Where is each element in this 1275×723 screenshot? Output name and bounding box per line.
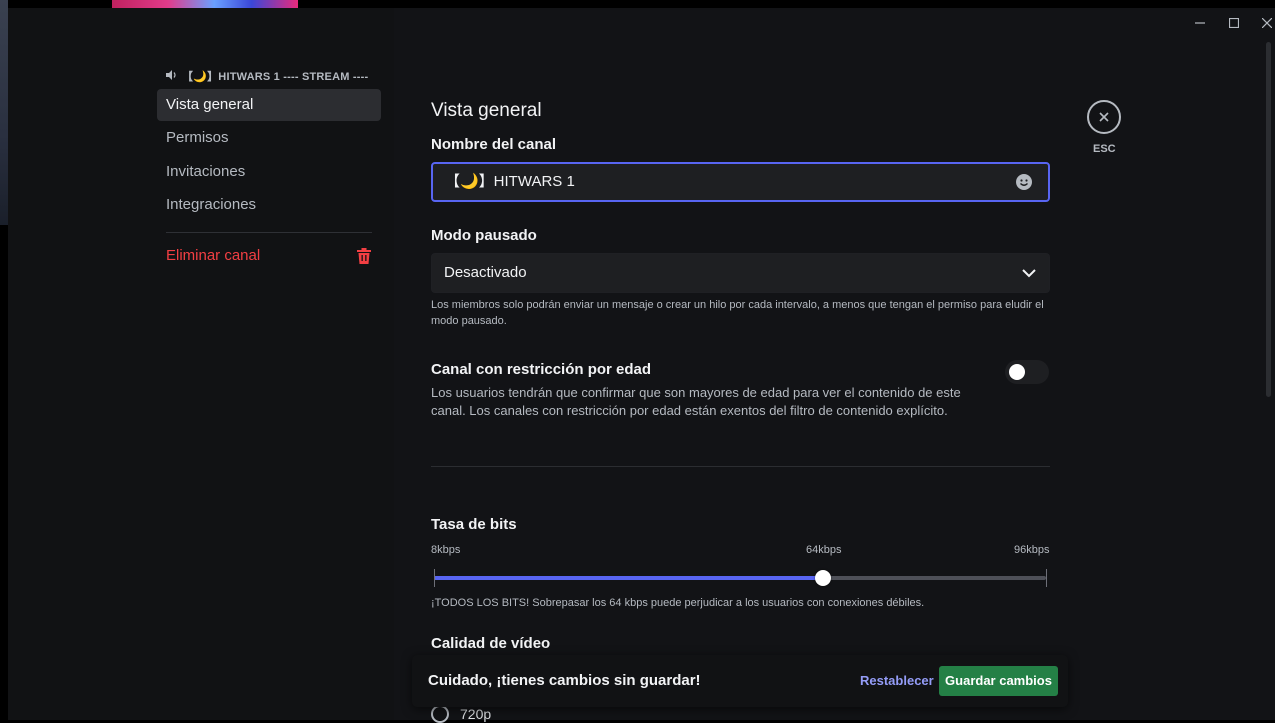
page-title: Vista general xyxy=(431,100,542,121)
sidebar-item-overview[interactable]: Vista general xyxy=(157,89,381,121)
age-restriction-label: Canal con restricción por edad xyxy=(431,361,652,378)
slowmode-value: Desactivado xyxy=(444,264,527,281)
delete-channel-button[interactable]: Eliminar canal xyxy=(157,240,381,272)
bitrate-min-label: 8kbps xyxy=(431,544,461,556)
slider-tick xyxy=(434,569,435,587)
video-quality-label: Calidad de vídeo xyxy=(431,635,551,652)
sidebar-item-label: Invitaciones xyxy=(166,163,246,180)
esc-label: ESC xyxy=(1093,143,1116,155)
channel-header-label: 【🌙】HITWARS 1 ---- STREAM ---- xyxy=(182,71,369,83)
age-restriction-toggle[interactable] xyxy=(1005,360,1049,384)
unsaved-changes-text: Cuidado, ¡tienes cambios sin guardar! xyxy=(428,672,701,689)
sidebar-divider xyxy=(166,232,372,233)
slowmode-help-line-1: Los miembros solo podrán enviar un mensa… xyxy=(431,299,1044,311)
bitrate-label: Tasa de bits xyxy=(431,516,517,533)
window-close-icon[interactable] xyxy=(1258,14,1275,32)
chevron-down-icon xyxy=(1021,266,1037,280)
sidebar-item-label: Vista general xyxy=(166,96,254,113)
bitrate-mid-label: 64kbps xyxy=(806,544,842,556)
bitrate-warning: ¡TODOS LOS BITS! Sobrepasar los 64 kbps … xyxy=(431,597,925,609)
maximize-icon[interactable] xyxy=(1225,14,1243,32)
save-changes-button[interactable]: Guardar cambios xyxy=(939,666,1058,696)
sidebar-item-invites[interactable]: Invitaciones xyxy=(157,156,381,188)
minimize-icon[interactable] xyxy=(1191,14,1209,32)
close-settings-button[interactable] xyxy=(1087,100,1121,134)
delete-channel-label: Eliminar canal xyxy=(166,247,261,264)
slowmode-help-line-2: modo pausado. xyxy=(431,315,507,327)
age-restriction-description: Los usuarios tendrán que confirmar que s… xyxy=(431,385,961,418)
trash-icon xyxy=(357,248,371,264)
toggle-knob xyxy=(1009,364,1025,380)
emoji-picker-icon[interactable] xyxy=(1016,174,1032,190)
channel-header: 【🌙】HITWARS 1 ---- STREAM ---- xyxy=(166,68,368,84)
channel-name-label: Nombre del canal xyxy=(431,136,557,153)
video-quality-radio[interactable] xyxy=(431,705,449,723)
channel-name-input[interactable]: 【🌙】HITWARS 1 xyxy=(431,162,1050,202)
slider-tick xyxy=(1046,569,1047,587)
bitrate-slider-fill xyxy=(434,576,824,580)
reset-button[interactable]: Restablecer xyxy=(860,673,934,688)
background-stream-preview xyxy=(112,0,298,8)
sidebar-item-label: Permisos xyxy=(166,129,229,146)
slowmode-label: Modo pausado xyxy=(431,227,537,244)
unsaved-changes-bar: Cuidado, ¡tienes cambios sin guardar! Re… xyxy=(412,655,1068,707)
scrollbar[interactable] xyxy=(1266,42,1271,397)
speaker-icon xyxy=(166,69,177,83)
slowmode-select[interactable]: Desactivado xyxy=(431,253,1050,293)
sidebar-item-integrations[interactable]: Integraciones xyxy=(157,189,381,221)
sidebar-item-label: Integraciones xyxy=(166,196,257,213)
channel-name-value: 【🌙】HITWARS 1 xyxy=(445,173,575,190)
bitrate-max-label: 96kbps xyxy=(1014,544,1050,556)
section-divider xyxy=(431,466,1050,467)
sidebar-item-permissions[interactable]: Permisos xyxy=(157,122,381,154)
background-thumbnail xyxy=(0,0,8,225)
